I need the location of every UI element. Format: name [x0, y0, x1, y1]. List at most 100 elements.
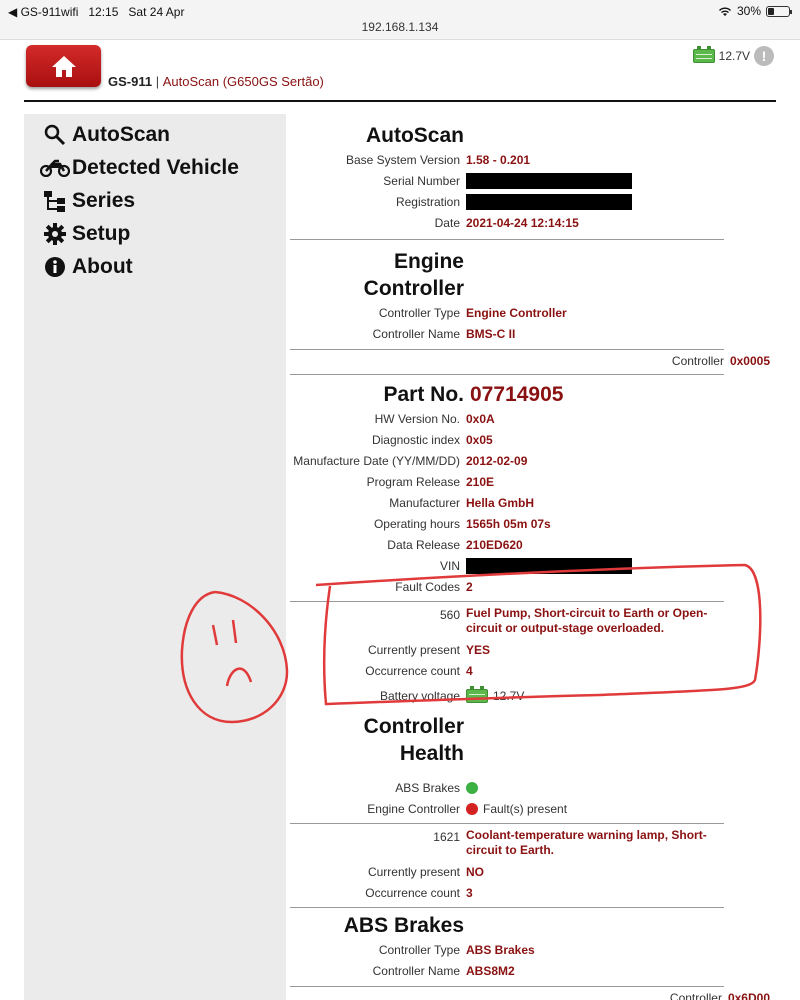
divider [290, 907, 724, 908]
engine-section: Engine Controller [290, 248, 780, 302]
field-value: 2 [466, 579, 473, 594]
info-row: Operating hours 1565h 05m 07s [290, 513, 780, 534]
fault-code: 560 [439, 608, 460, 622]
info-row: Battery voltage 12.7V [290, 681, 780, 711]
field-label: Date [434, 215, 460, 230]
sidebar-item-label: Detected Vehicle [72, 155, 239, 179]
fault-description: Coolant-temperature warning lamp, Short-… [466, 828, 707, 857]
wifi-icon [718, 7, 731, 16]
field-label: Base System Version [345, 152, 460, 167]
header-subtitle: AutoScan (G650GS Sertão) [162, 74, 324, 89]
field-label: Serial Number [383, 173, 460, 188]
sidebar-item-detected-vehicle[interactable]: Detected Vehicle [24, 151, 286, 184]
sidebar-item-series[interactable]: Series [24, 184, 286, 217]
field-value: 2021-04-24 12:14:15 [466, 215, 579, 230]
gear-icon [40, 222, 70, 245]
info-row: Serial Number [290, 170, 780, 191]
status-left: ◀ GS-911wifi 12:15 Sat 24 Apr [8, 5, 184, 19]
sidebar-item-label: Series [72, 188, 136, 212]
info-row: Engine Controller Fault(s) present [290, 798, 780, 819]
autoscan-section: AutoScan [290, 122, 780, 149]
field-value: 0x0A [466, 411, 495, 426]
section-title: Part No. [383, 383, 464, 406]
field-value: BMS-C II [466, 326, 516, 341]
info-row: Controller Type Engine Controller [290, 302, 780, 323]
fault-description: Fuel Pump, Short-circuit to Earth or Ope… [466, 606, 708, 635]
header-separator: | [155, 74, 160, 89]
motorcycle-icon [40, 159, 70, 177]
info-row: Manufacture Date (YY/MM/DD) 2012-02-09 [290, 450, 780, 471]
field-label: Data Release [387, 537, 460, 552]
field-label: VIN [439, 558, 460, 573]
title-line: Engine [393, 250, 464, 273]
page-header: GS-911 | AutoScan (G650GS Sertão) [108, 74, 324, 89]
redacted-value [466, 193, 632, 210]
field-value: ABS Brakes [466, 942, 535, 957]
field-value: 4 [466, 663, 473, 678]
section-title: ABS Brakes [343, 914, 464, 937]
field-label: Controller Type [378, 942, 460, 957]
alert-icon[interactable]: ! [754, 46, 774, 66]
info-row: Manufacturer Hella GmbH [290, 492, 780, 513]
sidebar-item-setup[interactable]: Setup [24, 217, 286, 250]
status-right: 30% [718, 4, 792, 18]
sidebar-item-label: About [72, 254, 133, 278]
field-label: Controller [671, 353, 724, 368]
fault-row: 1621 Coolant-temperature warning lamp, Sh… [290, 828, 780, 858]
info-row: Base System Version 1.58 - 0.201 [290, 149, 780, 170]
info-row: Controller Type ABS Brakes [290, 939, 780, 960]
health-section: Controller Health [290, 713, 780, 767]
field-label: Fault Codes [395, 579, 460, 594]
section-title: Engine Controller [290, 248, 466, 302]
back-to-app[interactable]: ◀ GS-911wifi [8, 5, 78, 19]
abs-section: ABS Brakes [290, 912, 780, 939]
sidebar-item-about[interactable]: About [24, 250, 286, 283]
info-row: Fault Codes 2 [290, 576, 780, 597]
field-value: 210ED620 [466, 537, 523, 552]
info-row: Occurrence count 4 [290, 660, 780, 681]
divider [290, 601, 724, 602]
divider [290, 823, 724, 824]
header-voltage: 12.7V [718, 49, 750, 63]
field-label: Controller [669, 990, 722, 1000]
sidebar-item-autoscan[interactable]: AutoScan [24, 118, 286, 151]
title-line: Controller [363, 715, 464, 738]
info-row: HW Version No. 0x0A [290, 408, 780, 429]
battery-icon [766, 5, 792, 17]
field-label: Occurrence count [365, 885, 460, 900]
field-value: 3 [466, 885, 473, 900]
field-value: Engine Controller [466, 305, 567, 320]
field-value: YES [466, 642, 491, 657]
field-label: Manufacture Date (YY/MM/DD) [293, 453, 460, 468]
title-line: Health [399, 742, 464, 765]
controller-id-row: Controller 0x6D00 [290, 987, 770, 1000]
status-date: Sat 24 Apr [128, 5, 185, 19]
field-label: Controller Name [372, 963, 460, 978]
field-label: HW Version No. [374, 411, 460, 426]
field-value: 2012-02-09 [466, 453, 528, 468]
info-row: Currently present NO [290, 861, 780, 882]
info-row: Data Release 210ED620 [290, 534, 780, 555]
field-label: Registration [395, 194, 460, 209]
info-row: Program Release 210E [290, 471, 780, 492]
battery-voltage-icon [466, 686, 488, 703]
header-divider [24, 100, 776, 102]
main-content: AutoScan Base System Version 1.58 - 0.201… [290, 114, 780, 1000]
field-value: NO [466, 864, 484, 879]
title-line: Controller [363, 277, 464, 300]
info-row: Controller Name BMS-C II [290, 323, 780, 344]
address-bar[interactable]: 192.168.1.134 [0, 20, 800, 34]
field-label: Controller Type [378, 305, 460, 320]
info-row: Registration [290, 191, 780, 212]
part-number: 07714905 [470, 382, 564, 406]
header-status: 12.7V ! [692, 46, 774, 66]
field-value: 0x6D00 [727, 990, 770, 1000]
status-fault-icon [466, 802, 478, 815]
sitemap-icon [40, 190, 70, 212]
fault-row: 560 Fuel Pump, Short-circuit to Earth or … [290, 606, 780, 636]
field-value: ABS8M2 [466, 963, 515, 978]
field-value: 1.58 - 0.201 [466, 152, 531, 167]
status-time: 12:15 [88, 5, 119, 19]
home-button[interactable] [26, 45, 101, 87]
field-value: Hella GmbH [466, 495, 535, 510]
